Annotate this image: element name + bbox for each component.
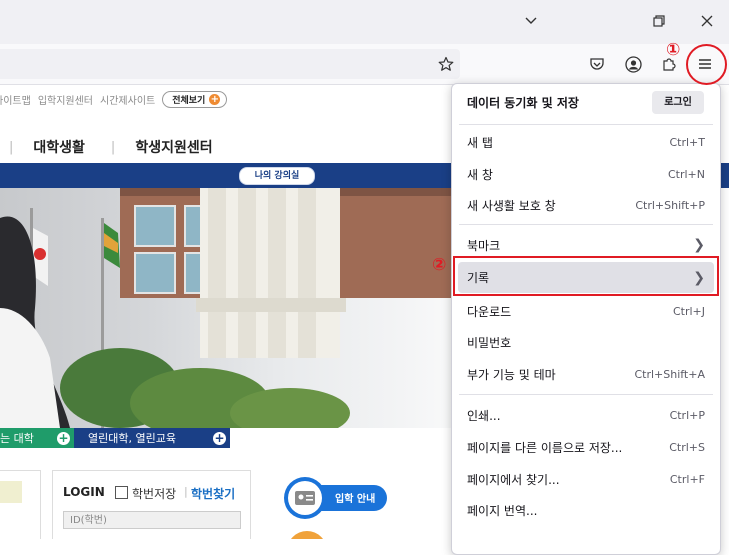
sync-title: 데이터 동기화 및 저장 — [467, 96, 579, 110]
chevron-right-icon: ❯ — [693, 237, 705, 253]
menu-item-label: 새 탭 — [467, 135, 493, 150]
login-box: LOGIN 학번저장 | 학번찾기 ID(학번) — [52, 470, 251, 539]
menu-item-shortcut: Ctrl+F — [669, 472, 705, 486]
menu-item-new-window[interactable]: 새 창 Ctrl+N — [458, 159, 714, 189]
login-divider: | — [184, 485, 188, 498]
menu-item-save-page-as[interactable]: 페이지를 다른 이름으로 저장... Ctrl+S — [458, 432, 714, 462]
menu-item-shortcut: Ctrl+Shift+P — [635, 198, 705, 212]
menu-item-label: 북마크 — [467, 238, 501, 253]
menu-item-new-tab[interactable]: 새 탭 Ctrl+T — [458, 127, 714, 157]
menu-item-find-in-page[interactable]: 페이지에서 찾기... Ctrl+F — [458, 464, 714, 494]
account-button[interactable] — [619, 50, 647, 78]
menu-item-shortcut: Ctrl+T — [669, 135, 705, 149]
restore-window-button[interactable] — [640, 6, 678, 36]
url-bar[interactable] — [0, 49, 460, 79]
card-thumbnail — [0, 481, 22, 503]
sign-in-button[interactable]: 로그인 — [652, 91, 704, 114]
restore-icon — [653, 15, 665, 27]
pocket-button[interactable] — [583, 50, 611, 78]
sitemap-link[interactable]: 사이트맵 — [0, 92, 31, 107]
account-icon — [624, 55, 642, 73]
chevron-down-icon — [525, 17, 537, 24]
menu-item-label: 다운로드 — [467, 304, 512, 319]
utility-links: 사이트맵 입학지원센터 시간제사이트 전체보기+ — [0, 89, 234, 109]
menu-item-label: 페이지 번역... — [467, 503, 538, 518]
menu-item-shortcut: Ctrl+J — [672, 304, 705, 318]
nav-divider: | — [9, 139, 14, 155]
plus-circle-icon: + — [57, 430, 70, 445]
save-id-label: 학번저장 — [132, 487, 177, 501]
all-view-button[interactable]: 전체보기 + — [162, 90, 228, 108]
promo-left-label: 는 대학 — [0, 432, 34, 445]
promo-right-label: 열린대학, 열린교육 — [88, 432, 176, 445]
find-id-link[interactable]: 학번찾기 — [191, 485, 235, 502]
promo-banner-open-university[interactable]: 열린대학, 열린교육 + — [74, 428, 230, 448]
menu-item-shortcut: Ctrl+Shift+A — [634, 367, 705, 381]
left-card — [0, 470, 41, 539]
admission-label: 입학 안내 — [335, 494, 376, 505]
menu-item-shortcut: Ctrl+S — [669, 440, 705, 454]
admission-center-link[interactable]: 입학지원센터 — [38, 92, 93, 107]
plus-circle-icon: + — [213, 430, 226, 445]
annotation-rect-history — [453, 256, 719, 296]
menu-separator — [459, 224, 713, 225]
menu-item-translate-page[interactable]: 페이지 번역... — [458, 495, 714, 525]
part-time-site-link[interactable]: 시간제사이트 — [100, 92, 155, 107]
list-all-tabs-button[interactable] — [512, 6, 550, 36]
menu-separator — [459, 394, 713, 395]
nav-item-student-support[interactable]: 학생지원센터 — [135, 137, 212, 157]
menu-item-label: 새 사생활 보호 창 — [467, 198, 556, 213]
bookmark-page-button[interactable] — [432, 50, 460, 78]
save-id-checkbox[interactable] — [115, 486, 128, 499]
close-window-button[interactable] — [688, 6, 726, 36]
menu-item-label: 인쇄... — [467, 408, 501, 423]
admission-guide-button[interactable]: 입학 안내 — [281, 474, 389, 520]
orange-circle-partial — [287, 531, 327, 539]
annotation-step-1: ① — [666, 40, 681, 60]
menu-item-addons-themes[interactable]: 부가 기능 및 테마 Ctrl+Shift+A — [458, 359, 714, 389]
menu-item-label: 비밀번호 — [467, 335, 512, 350]
menu-item-shortcut: Ctrl+N — [667, 167, 705, 181]
close-icon — [701, 15, 713, 27]
menu-item-shortcut: Ctrl+P — [669, 408, 705, 422]
application-menu: 데이터 동기화 및 저장 로그인 새 탭 Ctrl+T 새 창 Ctrl+N 새… — [451, 83, 721, 555]
title-bar — [0, 0, 729, 44]
login-title: LOGIN — [63, 485, 105, 499]
menu-item-label: 부가 기능 및 테마 — [467, 367, 556, 382]
sync-header: 데이터 동기화 및 저장 로그인 — [452, 84, 720, 122]
menu-separator — [459, 124, 713, 125]
main-navigation: | 대학생활 | 학생지원센터 — [0, 135, 213, 159]
promo-banner-left[interactable]: 는 대학 + — [0, 428, 74, 448]
menu-item-label: 페이지에서 찾기... — [467, 472, 560, 487]
annotation-step-2: ② — [432, 255, 447, 275]
pocket-icon — [590, 58, 604, 70]
menu-item-print[interactable]: 인쇄... Ctrl+P — [458, 400, 714, 430]
annotation-circle-menu-button — [686, 44, 727, 85]
nav-divider: | — [110, 139, 116, 155]
my-lecture-button[interactable]: 나의 강의실 — [239, 167, 315, 185]
menu-item-label: 페이지를 다른 이름으로 저장... — [467, 440, 623, 455]
student-id-input[interactable]: ID(학번) — [63, 511, 241, 529]
plus-circle-icon: + — [209, 93, 221, 105]
menu-item-downloads[interactable]: 다운로드 Ctrl+J — [458, 296, 714, 326]
bookmark-star-icon — [438, 56, 454, 71]
menu-item-passwords[interactable]: 비밀번호 — [458, 327, 714, 357]
all-view-label: 전체보기 — [172, 95, 206, 106]
menu-item-label: 새 창 — [467, 167, 493, 182]
menu-item-new-private-window[interactable]: 새 사생활 보호 창 Ctrl+Shift+P — [458, 190, 714, 220]
nav-item-campus-life[interactable]: 대학생활 — [33, 137, 85, 157]
